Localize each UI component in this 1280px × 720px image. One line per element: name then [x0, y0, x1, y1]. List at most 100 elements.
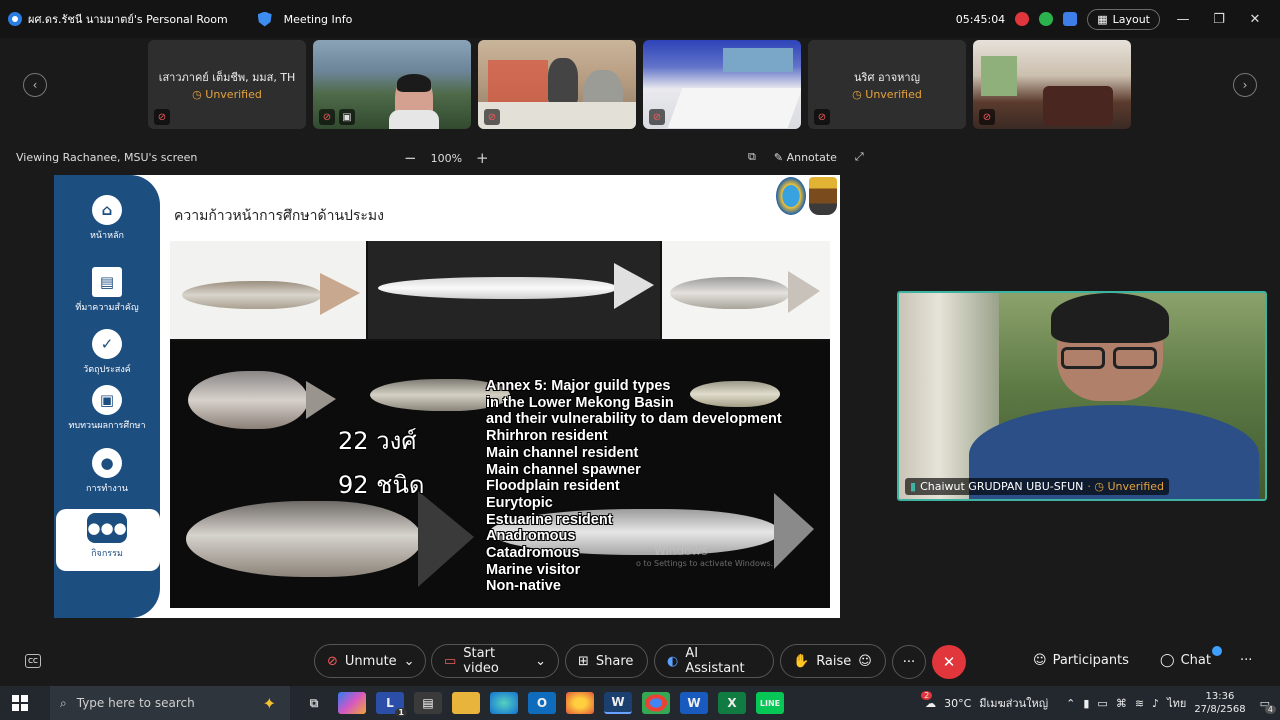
learning-app-icon[interactable]: L1 — [376, 692, 407, 717]
meeting-info-link[interactable]: Meeting Info — [284, 13, 353, 26]
layout-button[interactable]: ▦ Layout — [1087, 8, 1160, 30]
chat-button[interactable]: ◯ Chat — [1160, 653, 1211, 668]
edge-browser-icon[interactable] — [490, 692, 518, 714]
fish-tail — [320, 273, 360, 315]
annotate-button[interactable]: ✎ Annotate — [774, 151, 837, 164]
participant-video-tile[interactable]: ⊘ — [478, 40, 636, 129]
active-speaker-video[interactable]: ▮ Chaiwut GRUDPAN UBU-SFUN · ◷ Unverifie… — [897, 291, 1267, 501]
slide-title: ความก้าวหน้าการศึกษาด้านประมง — [174, 208, 384, 224]
bluetooth-icon[interactable]: ⌘ — [1116, 697, 1127, 710]
copilot-app-icon[interactable] — [338, 692, 366, 714]
windows-taskbar: ⌕ Type here to search ✦ ⧉ L1 ▤ O W W X L… — [0, 686, 1280, 720]
more-menu-button[interactable]: ··· — [1240, 653, 1252, 668]
excel-icon[interactable]: X — [718, 692, 746, 714]
volume-icon[interactable]: ♪ — [1152, 697, 1159, 710]
fish-tail — [418, 491, 474, 587]
unverified-status: · ◷ Unverified — [1087, 480, 1165, 493]
fish-shape — [182, 281, 322, 309]
chat-bubble-icon: ◯ — [1160, 653, 1175, 668]
minimize-icon[interactable]: — — [1170, 12, 1196, 27]
fish-photo — [170, 241, 366, 339]
weather-temp: 30°C — [944, 696, 972, 710]
copilot-sparkle-icon[interactable]: ✦ — [263, 694, 276, 713]
screen-view-icon[interactable]: ⧉ — [748, 150, 756, 164]
wifi-icon[interactable]: ≋ — [1135, 697, 1144, 710]
participant-video-tile[interactable]: ⊘ — [973, 40, 1131, 129]
slide-nav-work[interactable]: ● การทำงาน — [54, 448, 160, 495]
zoom-in-button[interactable]: + — [476, 149, 489, 167]
chrome-like-app-icon[interactable] — [566, 692, 594, 714]
participant-tile[interactable]: นริศ อาจหาญ ◷ Unverified ⊘ — [808, 40, 966, 129]
slide-nav-objectives[interactable]: ✓ วัตถุประสงค์ — [54, 329, 160, 376]
slide-nav-home[interactable]: ⌂ หน้าหลัก — [54, 195, 160, 242]
more-options-button[interactable]: ··· — [892, 645, 926, 679]
unmute-button[interactable]: ⊘ Unmute ⌄ — [314, 644, 426, 678]
chrome-icon[interactable] — [642, 692, 670, 714]
participant-name: เสาวภาคย์ เต็มชีพ, มมส, TH — [158, 71, 296, 84]
slide-nav-literature-review[interactable]: ▣ ทบทวนผลการศึกษา — [54, 385, 160, 432]
recording-icon[interactable] — [1015, 12, 1030, 26]
restore-icon[interactable]: ❐ — [1206, 12, 1232, 27]
webex-logo-icon — [8, 12, 22, 26]
reactions-icon[interactable]: ☺ — [858, 654, 872, 669]
start-video-button[interactable]: ▭ Start video ⌄ — [431, 644, 559, 678]
participant-video-tile[interactable]: ⊘ — [643, 40, 801, 129]
participant-video-chair — [1043, 86, 1113, 126]
slide-nav-background[interactable]: ▤ ที่มาความสำคัญ — [54, 267, 160, 314]
display-tray-icon[interactable]: ▭ — [1097, 697, 1107, 710]
meeting-timer: 05:45:04 — [955, 12, 1006, 26]
shield-icon[interactable] — [257, 11, 272, 27]
muted-mic-icon: ⊘ — [319, 109, 335, 125]
captions-icon[interactable]: CC — [25, 654, 41, 668]
webex-taskbar-icon[interactable]: W — [604, 692, 632, 714]
app-badge-icon[interactable] — [1063, 12, 1078, 26]
line-app-icon[interactable]: LINE — [756, 692, 784, 714]
slide-nav-activities[interactable]: ●●● กิจกรรม — [54, 513, 160, 560]
taskbar-search[interactable]: ⌕ Type here to search ✦ — [50, 686, 290, 720]
leave-meeting-button[interactable]: ✕ — [932, 645, 966, 679]
room-name: ผศ.ดร.รัชนี นามมาตย์'s Personal Room — [28, 13, 228, 26]
network-status-icon[interactable] — [1039, 12, 1054, 26]
zoom-level: 100% — [430, 151, 463, 165]
taskbar-clock[interactable]: 13:36 27/8/2568 — [1194, 690, 1245, 716]
close-icon: ✕ — [942, 653, 956, 671]
user-icon: ● — [92, 448, 122, 478]
fish-photo-collage: 22 วงศ์ 92 ชนิด Annex 5: Major guild typ… — [170, 241, 830, 608]
mic-tray-icon[interactable]: ▮ — [1083, 697, 1089, 710]
strip-next-button[interactable]: › — [1233, 73, 1257, 97]
weather-icon[interactable]: ☁ 2 — [921, 690, 936, 710]
notification-center-icon[interactable]: ▭ 4 — [1260, 697, 1276, 714]
title-bar: ผศ.ดร.รัชนี นามมาตย์'s Personal Room Mee… — [0, 0, 1280, 38]
task-view-icon[interactable]: ⧉ — [300, 692, 328, 714]
muted-mic-icon: ⊘ — [979, 109, 995, 125]
participants-button[interactable]: ☺ Participants — [1033, 653, 1129, 668]
participant-video-banner — [723, 48, 793, 72]
ellipsis-icon: ··· — [1240, 653, 1253, 668]
participant-tile[interactable]: เสาวภาคย์ เต็มชีพ, มมส, TH ◷ Unverified … — [148, 40, 306, 129]
chevron-right-icon: › — [1242, 78, 1248, 92]
id-card-icon: ▤ — [92, 267, 122, 297]
participant-video-table — [667, 88, 801, 128]
chevron-up-icon[interactable]: ⌃ — [1066, 697, 1075, 710]
ai-assistant-button[interactable]: ◐ AI Assistant — [654, 644, 774, 678]
speaker-glasses-right — [1113, 347, 1157, 369]
close-icon[interactable]: ✕ — [1242, 12, 1268, 27]
outlook-icon[interactable]: O — [528, 692, 556, 714]
word-icon[interactable]: W — [680, 692, 708, 714]
participant-strip: ‹ เสาวภาคย์ เต็มชีพ, มมส, TH ◷ Unverifie… — [0, 40, 1280, 130]
language-indicator[interactable]: ไทย — [1167, 694, 1186, 712]
speaker-name-label: ▮ Chaiwut GRUDPAN UBU-SFUN · ◷ Unverifie… — [905, 478, 1170, 495]
share-button[interactable]: ⊞ Share — [565, 644, 648, 678]
store-app-icon[interactable]: ▤ — [414, 692, 442, 714]
file-explorer-icon[interactable] — [452, 692, 480, 714]
zoom-out-button[interactable]: − — [404, 149, 417, 167]
fullscreen-icon[interactable]: ⤢ — [855, 150, 864, 164]
windows-start-icon[interactable] — [12, 695, 28, 711]
participant-video-tile[interactable]: ⊘ ▣ — [313, 40, 471, 129]
raise-hand-button[interactable]: ✋ Raise ☺ — [780, 644, 886, 678]
chevron-left-icon: ‹ — [32, 78, 38, 92]
participant-video-table — [478, 102, 636, 129]
camera-share-icon: ▣ — [339, 109, 355, 125]
strip-prev-button[interactable]: ‹ — [23, 73, 47, 97]
fish-shape — [186, 501, 422, 577]
